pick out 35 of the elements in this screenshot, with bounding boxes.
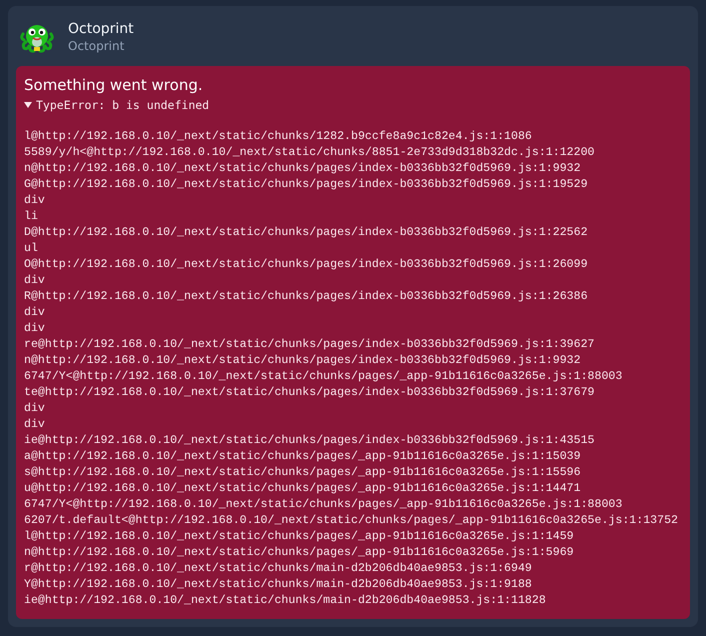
stack-trace-line: D@http://192.168.0.10/_next/static/chunks/pages/index-b0336bb32f0d5969.js:1:22562 bbox=[24, 225, 588, 241]
stack-trace-line: Y@http://192.168.0.10/_next/static/chunks/main-d2b206db40ae9853.js:1:9188 bbox=[24, 577, 532, 593]
stack-trace-line: div bbox=[24, 273, 45, 289]
stack-trace-line: a@http://192.168.0.10/_next/static/chunks/pages/_app-91b11616c0a3265e.js:1:15039 bbox=[24, 449, 581, 465]
stack-trace-line: li bbox=[24, 209, 38, 225]
stack-trace-line: l@http://192.168.0.10/_next/static/chunks/pages/_app-91b11616c0a3265e.js:1:1459 bbox=[24, 529, 574, 545]
error-heading: Something went wrong. bbox=[24, 75, 204, 95]
stack-trace-line: div bbox=[24, 417, 45, 433]
stack-trace-line: 5589/y/h<@http://192.168.0.10/_next/static/chunks/8851-2e733d9d318b32dc.js:1:12200 bbox=[24, 145, 595, 161]
stack-trace-line: l@http://192.168.0.10/_next/static/chunks/1282.b9ccfe8a9c1c82e4.js:1:1086 bbox=[24, 129, 532, 145]
stack-trace-line: ie@http://192.168.0.10/_next/static/chunks/pages/index-b0336bb32f0d5969.js:1:43515 bbox=[24, 433, 595, 449]
stack-trace-line: te@http://192.168.0.10/_next/static/chunks/pages/index-b0336bb32f0d5969.js:1:37679 bbox=[24, 385, 595, 401]
stack-trace-line: O@http://192.168.0.10/_next/static/chunks/pages/index-b0336bb32f0d5969.js:1:26099 bbox=[24, 257, 588, 273]
stack-trace-line: r@http://192.168.0.10/_next/static/chunks/main-d2b206db40ae9853.js:1:6949 bbox=[24, 561, 532, 577]
stack-trace-line: 6207/t.default<@http://192.168.0.10/_next/static/chunks/pages/_app-91b11616c0a3265e.js:1:13752 bbox=[24, 513, 678, 529]
stack-trace-line: 6747/Y<@http://192.168.0.10/_next/static/chunks/pages/_app-91b11616c0a3265e.js:1:88003 bbox=[24, 497, 622, 513]
app-title: Octoprint bbox=[68, 20, 134, 38]
stack-trace-line: 6747/Y<@http://192.168.0.10/_next/static/chunks/pages/_app-91b11616c0a3265e.js:1:88003 bbox=[24, 369, 622, 385]
stack-trace-line: ie@http://192.168.0.10/_next/static/chunks/main-d2b206db40ae9853.js:1:11828 bbox=[24, 593, 546, 609]
stack-trace-line: div bbox=[24, 193, 45, 209]
app-subtitle: Octoprint bbox=[68, 38, 126, 54]
stack-trace-line: div bbox=[24, 321, 45, 337]
stack-trace-line: div bbox=[24, 305, 45, 321]
stack-trace-line: re@http://192.168.0.10/_next/static/chunks/pages/index-b0336bb32f0d5969.js:1:39627 bbox=[24, 337, 595, 353]
stack-trace-line: s@http://192.168.0.10/_next/static/chunks/pages/_app-91b11616c0a3265e.js:1:15596 bbox=[24, 465, 581, 481]
stack-trace-line: R@http://192.168.0.10/_next/static/chunks/pages/index-b0336bb32f0d5969.js:1:26386 bbox=[24, 289, 588, 305]
stack-trace-line: div bbox=[24, 401, 45, 417]
stack-trace-line: n@http://192.168.0.10/_next/static/chunks/pages/_app-91b11616c0a3265e.js:1:5969 bbox=[24, 545, 574, 561]
stack-trace-line: n@http://192.168.0.10/_next/static/chunks/pages/index-b0336bb32f0d5969.js:1:9932 bbox=[24, 353, 581, 369]
stack-trace-line: ul bbox=[24, 241, 38, 257]
stack-trace-line: u@http://192.168.0.10/_next/static/chunks/pages/_app-91b11616c0a3265e.js:1:14471 bbox=[24, 481, 581, 497]
error-summary-toggle[interactable]: TypeError: b is undefined bbox=[24, 97, 210, 113]
stack-trace-line: n@http://192.168.0.10/_next/static/chunks/pages/index-b0336bb32f0d5969.js:1:9932 bbox=[24, 161, 581, 177]
disclosure-triangle-icon bbox=[24, 101, 32, 109]
stack-trace-line: G@http://192.168.0.10/_next/static/chunks/pages/index-b0336bb32f0d5969.js:1:19529 bbox=[24, 177, 588, 193]
